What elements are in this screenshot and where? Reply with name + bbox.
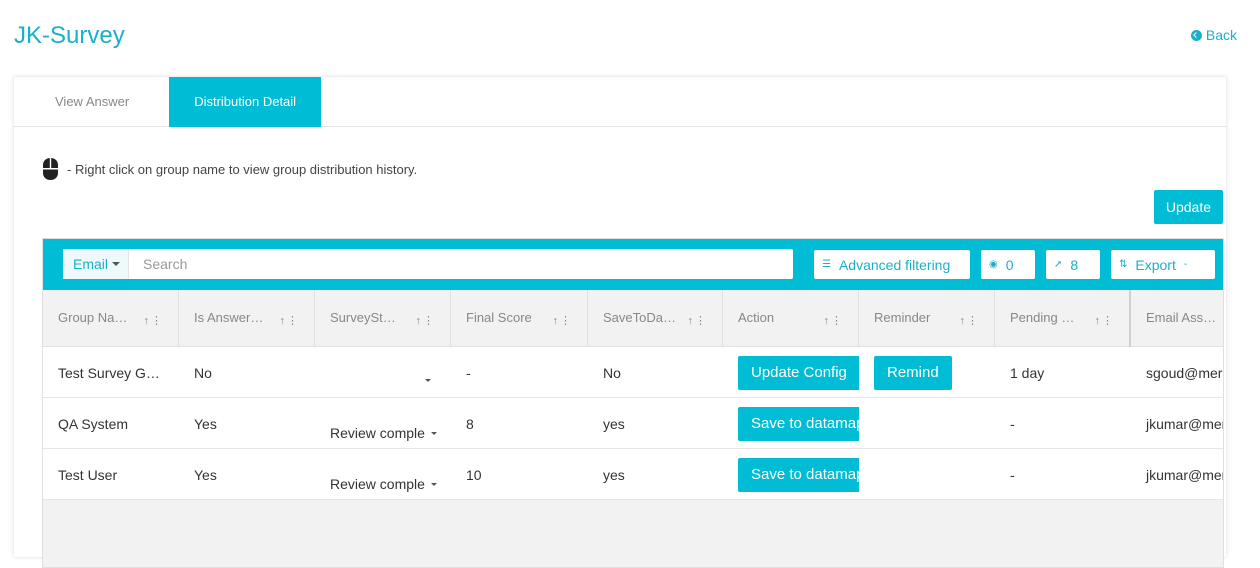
reminder-cell — [859, 398, 995, 449]
save-to-datamap-button[interactable]: Save to datamap — [738, 457, 859, 492]
main-card: View Answer Distribution Detail - Right … — [14, 77, 1226, 568]
table-toolbar: Email ☰ Advanced filtering ◉ 0 ➚ 8 ⇅ Exp… — [43, 239, 1223, 290]
column-header[interactable]: Pending … ↑⋮ — [995, 290, 1131, 347]
update-config-button[interactable]: Update Config — [738, 355, 859, 390]
column-header[interactable]: Group Na… ↑⋮ — [43, 290, 179, 347]
score-cell: 8 — [466, 415, 474, 432]
search-bar: Email — [63, 249, 793, 279]
dash-icon: - — [1183, 259, 1188, 270]
status-cell[interactable]: Review comple — [315, 398, 451, 449]
export-label: Export — [1135, 256, 1176, 273]
filter-icon: ☰ — [822, 259, 831, 270]
column-header[interactable]: SurveySt… ↑⋮ — [315, 290, 451, 347]
pinned-columns-button[interactable]: ➚ 8 — [1046, 250, 1100, 279]
table-row[interactable]: Test User Yes Review comple 10 yes Save … — [43, 449, 1223, 500]
back-label: Back — [1205, 27, 1237, 43]
sort-icon[interactable]: ↑⋮ — [416, 314, 437, 327]
status-dropdown[interactable]: Review comple — [330, 425, 437, 441]
advanced-filtering-label: Advanced filtering — [838, 256, 951, 273]
answered-cell: Yes — [194, 466, 217, 483]
search-input[interactable] — [129, 250, 793, 278]
sort-icon[interactable]: ↑⋮ — [1095, 314, 1116, 327]
page-title: JK-Survey — [14, 22, 125, 49]
table-row[interactable]: QA System Yes Review comple 8 yes Save t… — [43, 398, 1223, 449]
action-cell: Save to datamap — [723, 398, 859, 449]
pin-icon: ➚ — [1054, 259, 1063, 270]
distribution-table: Email ☰ Advanced filtering ◉ 0 ➚ 8 ⇅ Exp… — [42, 238, 1224, 568]
tab-bar: View Answer Distribution Detail — [14, 77, 1226, 127]
save-cell: yes — [603, 466, 625, 483]
group-name-cell[interactable]: QA System — [43, 398, 179, 449]
column-header[interactable]: Final Score ↑⋮ — [451, 290, 588, 347]
pending-cell: - — [1010, 415, 1015, 432]
visible-columns-button[interactable]: ◉ 0 — [981, 250, 1035, 279]
mouse-icon — [43, 158, 58, 180]
sort-icon[interactable]: ↑⋮ — [553, 314, 574, 327]
advanced-filtering-button[interactable]: ☰ Advanced filtering — [814, 250, 970, 279]
caret-down-icon — [112, 262, 121, 266]
reminder-cell: Remind — [859, 347, 995, 398]
hint-text: - Right click on group name to view grou… — [67, 161, 418, 177]
save-cell: yes — [603, 415, 625, 432]
pending-cell: 1 day — [1010, 364, 1045, 381]
group-name-cell[interactable]: Test User — [43, 449, 179, 500]
column-header[interactable]: Email Ass… — [1131, 290, 1223, 347]
sort-icon[interactable]: ↑⋮ — [824, 314, 845, 327]
sort-icon[interactable]: ↑⋮ — [144, 314, 165, 327]
caret-down-icon — [430, 431, 437, 435]
save-to-datamap-button[interactable]: Save to datamap — [738, 406, 859, 441]
update-button[interactable]: Update — [1153, 190, 1223, 224]
status-dropdown[interactable]: Review comple — [330, 476, 437, 492]
pending-cell: - — [1010, 466, 1015, 483]
column-header[interactable]: Reminder ↑⋮ — [859, 290, 995, 347]
visible-count: 0 — [1005, 256, 1014, 273]
score-cell: 10 — [466, 466, 482, 483]
save-cell: No — [603, 364, 621, 381]
caret-down-icon[interactable] — [425, 379, 431, 382]
table-row[interactable]: Test Survey G… No - No Update Config Rem… — [43, 347, 1224, 398]
pinned-count: 8 — [1070, 256, 1079, 273]
caret-down-icon — [430, 482, 437, 486]
sort-icon[interactable]: ↑⋮ — [688, 314, 709, 327]
action-cell: Update Config — [723, 347, 859, 398]
refresh-icon: ⇅ — [1119, 259, 1128, 270]
answered-cell: No — [194, 364, 212, 381]
export-button[interactable]: ⇅ Export - — [1111, 250, 1215, 279]
email-filter-dropdown[interactable]: Email — [63, 249, 130, 279]
column-header[interactable]: Is Answer… ↑⋮ — [179, 290, 315, 347]
email-cell: jkumar@meru — [1146, 415, 1223, 432]
email-cell: sgoud@meru — [1146, 364, 1224, 381]
hint-row: - Right click on group name to view grou… — [42, 157, 417, 181]
table-header: Group Na… ↑⋮ Is Answer… ↑⋮ SurveySt… ↑⋮ Fin… — [43, 290, 1223, 347]
email-filter-label: Email — [73, 256, 109, 272]
reminder-cell — [859, 449, 995, 500]
group-name-cell[interactable]: Test Survey G… — [43, 347, 179, 398]
sort-icon[interactable]: ↑⋮ — [960, 314, 981, 327]
email-cell: jkumar@meru — [1146, 466, 1223, 483]
sort-icon[interactable]: ↑⋮ — [280, 314, 301, 327]
chevron-left-circle-icon — [1190, 29, 1202, 41]
column-header[interactable]: Action ↑⋮ — [723, 290, 859, 347]
status-cell[interactable] — [315, 347, 451, 398]
answered-cell: Yes — [194, 415, 217, 432]
column-header[interactable]: SaveToDa… ↑⋮ — [588, 290, 723, 347]
status-cell[interactable]: Review comple — [315, 449, 451, 500]
remind-button[interactable]: Remind — [874, 355, 952, 390]
tab-distribution-detail[interactable]: Distribution Detail — [169, 77, 322, 127]
eye-icon: ◉ — [989, 259, 998, 270]
tab-view-answer[interactable]: View Answer — [14, 77, 169, 127]
action-cell: Save to datamap — [723, 449, 859, 500]
score-cell: - — [466, 364, 471, 381]
back-link[interactable]: Back — [1190, 27, 1237, 43]
